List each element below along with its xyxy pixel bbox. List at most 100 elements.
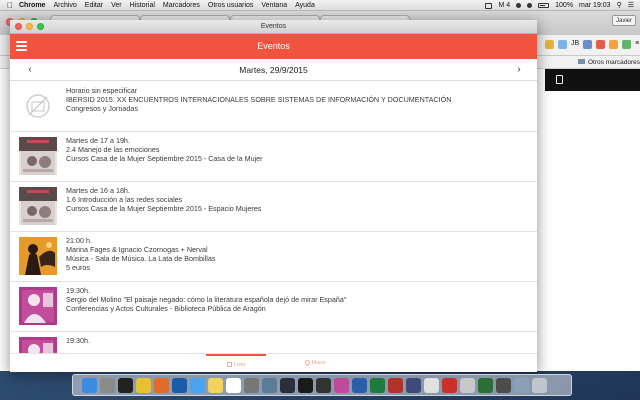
steam-icon[interactable] bbox=[280, 377, 295, 393]
github-icon[interactable] bbox=[298, 377, 313, 393]
header-title: Eventos bbox=[257, 41, 290, 51]
chevron-right-icon[interactable]: › bbox=[511, 59, 527, 81]
battery-percent: 100% bbox=[555, 2, 574, 9]
menu-item[interactable]: Historial bbox=[130, 0, 155, 11]
eventos-window: Eventos Eventos ‹ Martes, 29/9/2015 › Ho… bbox=[10, 20, 537, 372]
event-time: 19:30h. bbox=[66, 286, 90, 295]
tab-list[interactable]: Lista bbox=[206, 354, 266, 372]
event-details: 21:00 h. Marina Fages & Ignacio Czornogas… bbox=[66, 236, 531, 272]
clock[interactable]: mar 19:03 bbox=[579, 0, 611, 11]
menu-item[interactable]: Editar bbox=[85, 0, 103, 11]
notes-icon[interactable] bbox=[208, 377, 223, 393]
page-content bbox=[545, 91, 640, 371]
menu-item[interactable]: Ventana bbox=[261, 0, 287, 11]
event-item[interactable]: 21:00 h. Marina Fages & Ignacio Czornogas… bbox=[10, 232, 537, 282]
status-m[interactable]: M 4 bbox=[498, 0, 510, 11]
chrome-user-button[interactable]: Javier bbox=[611, 15, 636, 26]
menu-item[interactable]: Ayuda bbox=[295, 0, 315, 11]
tab-list-label: Lista bbox=[233, 362, 246, 368]
event-title: 1.6 Introducción a las redes sociales bbox=[66, 195, 183, 204]
other-bookmarks[interactable]: Otros marcadores bbox=[578, 57, 640, 68]
battery-icon[interactable] bbox=[538, 3, 550, 8]
event-item[interactable]: Horario sin especificar IBERSID 2015. XX … bbox=[10, 82, 537, 132]
tool-icon[interactable] bbox=[244, 377, 259, 393]
event-thumbnail bbox=[19, 237, 57, 275]
event-item[interactable]: Martes de 16 a 18h. 1.6 Introducción a la… bbox=[10, 182, 537, 232]
zoom-window-icon[interactable] bbox=[37, 23, 44, 30]
event-thumbnail bbox=[19, 187, 57, 225]
window-titlebar: Eventos bbox=[10, 20, 537, 34]
scripts-icon[interactable] bbox=[406, 377, 421, 393]
cup-icon[interactable] bbox=[460, 377, 475, 393]
event-time: Martes de 16 a 18h. bbox=[66, 186, 130, 195]
filezilla-icon[interactable] bbox=[388, 377, 403, 393]
screen:  Chrome Archivo Editar Ver Historial Marcad… bbox=[0, 0, 640, 400]
extension-icon[interactable] bbox=[583, 40, 593, 49]
word-icon[interactable] bbox=[352, 377, 367, 393]
event-time: 21:00 h. bbox=[66, 236, 92, 245]
menu-app-name[interactable]: Chrome bbox=[19, 0, 45, 11]
event-time: 19:30h. bbox=[66, 336, 90, 345]
tab-map-label: Mapa bbox=[311, 360, 326, 366]
window-title: Eventos bbox=[260, 23, 287, 30]
menu-item[interactable]: Ver bbox=[111, 0, 122, 11]
tab-map[interactable]: Mapa bbox=[285, 354, 345, 372]
event-details: Martes de 16 a 18h. 1.6 Introducción a la… bbox=[66, 186, 531, 213]
menu-item[interactable]: Otros usuarios bbox=[208, 0, 254, 11]
date-bar: ‹ Martes, 29/9/2015 › bbox=[10, 59, 537, 81]
event-details: 19:30h. Sergio del Molino "El paisaje neg… bbox=[66, 286, 531, 313]
event-details: Horario sin especificar IBERSID 2015. XX … bbox=[66, 86, 531, 113]
extension-jb[interactable]: JB bbox=[571, 40, 579, 49]
preview-icon[interactable] bbox=[424, 377, 439, 393]
event-thumbnail bbox=[19, 287, 57, 325]
event-item[interactable]: Martes de 17 a 19h. 2.4 Manejo de las emo… bbox=[10, 132, 537, 182]
chrome-icon[interactable] bbox=[136, 377, 151, 393]
launchpad-icon[interactable] bbox=[100, 377, 115, 393]
event-details: 19:30h. bbox=[66, 336, 531, 345]
event-item[interactable]: 19:30h. Sergio del Molino "El paisaje neg… bbox=[10, 282, 537, 332]
finder-icon[interactable] bbox=[82, 377, 97, 393]
notification-center-icon[interactable]: ☰ bbox=[628, 0, 634, 11]
sublime-icon[interactable] bbox=[154, 377, 169, 393]
extension-icon[interactable] bbox=[596, 40, 606, 49]
monitor-icon[interactable] bbox=[316, 377, 331, 393]
sublime-doc-icon[interactable] bbox=[496, 377, 511, 393]
event-thumbnail bbox=[19, 137, 57, 175]
appstore-icon[interactable] bbox=[190, 377, 205, 393]
bottom-tab-bar: Lista Mapa bbox=[10, 353, 537, 372]
minimize-window-icon[interactable] bbox=[26, 23, 33, 30]
terminal-icon[interactable] bbox=[118, 377, 133, 393]
apple-icon[interactable]:  bbox=[7, 0, 13, 11]
event-price: 5 euros bbox=[66, 263, 90, 272]
excel-icon[interactable] bbox=[370, 377, 385, 393]
calendar-icon[interactable] bbox=[226, 377, 241, 393]
chevron-left-icon[interactable]: ‹ bbox=[22, 59, 38, 81]
page-icon[interactable] bbox=[556, 75, 563, 84]
extension-icon[interactable] bbox=[558, 40, 567, 49]
trash-icon[interactable] bbox=[532, 377, 547, 393]
menu-item[interactable]: Archivo bbox=[53, 0, 76, 11]
network-icon[interactable] bbox=[262, 377, 277, 393]
acrobat-icon[interactable] bbox=[442, 377, 457, 393]
event-title: 2.4 Manejo de las emociones bbox=[66, 145, 160, 154]
event-category: Cursos Casa de la Mujer Septiembre 2015 … bbox=[66, 154, 263, 163]
vector-icon[interactable] bbox=[334, 377, 349, 393]
extension-icon[interactable] bbox=[622, 40, 632, 49]
hamburger-icon[interactable] bbox=[16, 41, 27, 52]
photoshop-icon[interactable] bbox=[172, 377, 187, 393]
notification-icon[interactable] bbox=[485, 2, 493, 9]
spotlight-icon[interactable]: ⚲ bbox=[617, 0, 622, 11]
status-area: M 4 100% mar 19:03 ⚲ ☰ bbox=[485, 0, 634, 11]
downloads-icon[interactable] bbox=[514, 377, 529, 393]
menu-item[interactable]: Marcadores bbox=[163, 0, 200, 11]
event-category: Conferencias y Actos Culturales - Biblio… bbox=[66, 304, 266, 313]
event-time: Martes de 17 a 19h. bbox=[66, 136, 130, 145]
chrome-menu-icon[interactable]: ≡ bbox=[635, 40, 639, 49]
inkscape-icon[interactable] bbox=[478, 377, 493, 393]
event-title: IBERSID 2015. XX ENCUENTROS INTERNACIONA… bbox=[66, 95, 452, 104]
wifi-icon[interactable] bbox=[516, 3, 522, 8]
close-window-icon[interactable] bbox=[15, 23, 22, 30]
volume-icon[interactable] bbox=[527, 3, 533, 8]
extension-icon[interactable] bbox=[609, 40, 619, 49]
extension-icon[interactable] bbox=[545, 40, 554, 49]
